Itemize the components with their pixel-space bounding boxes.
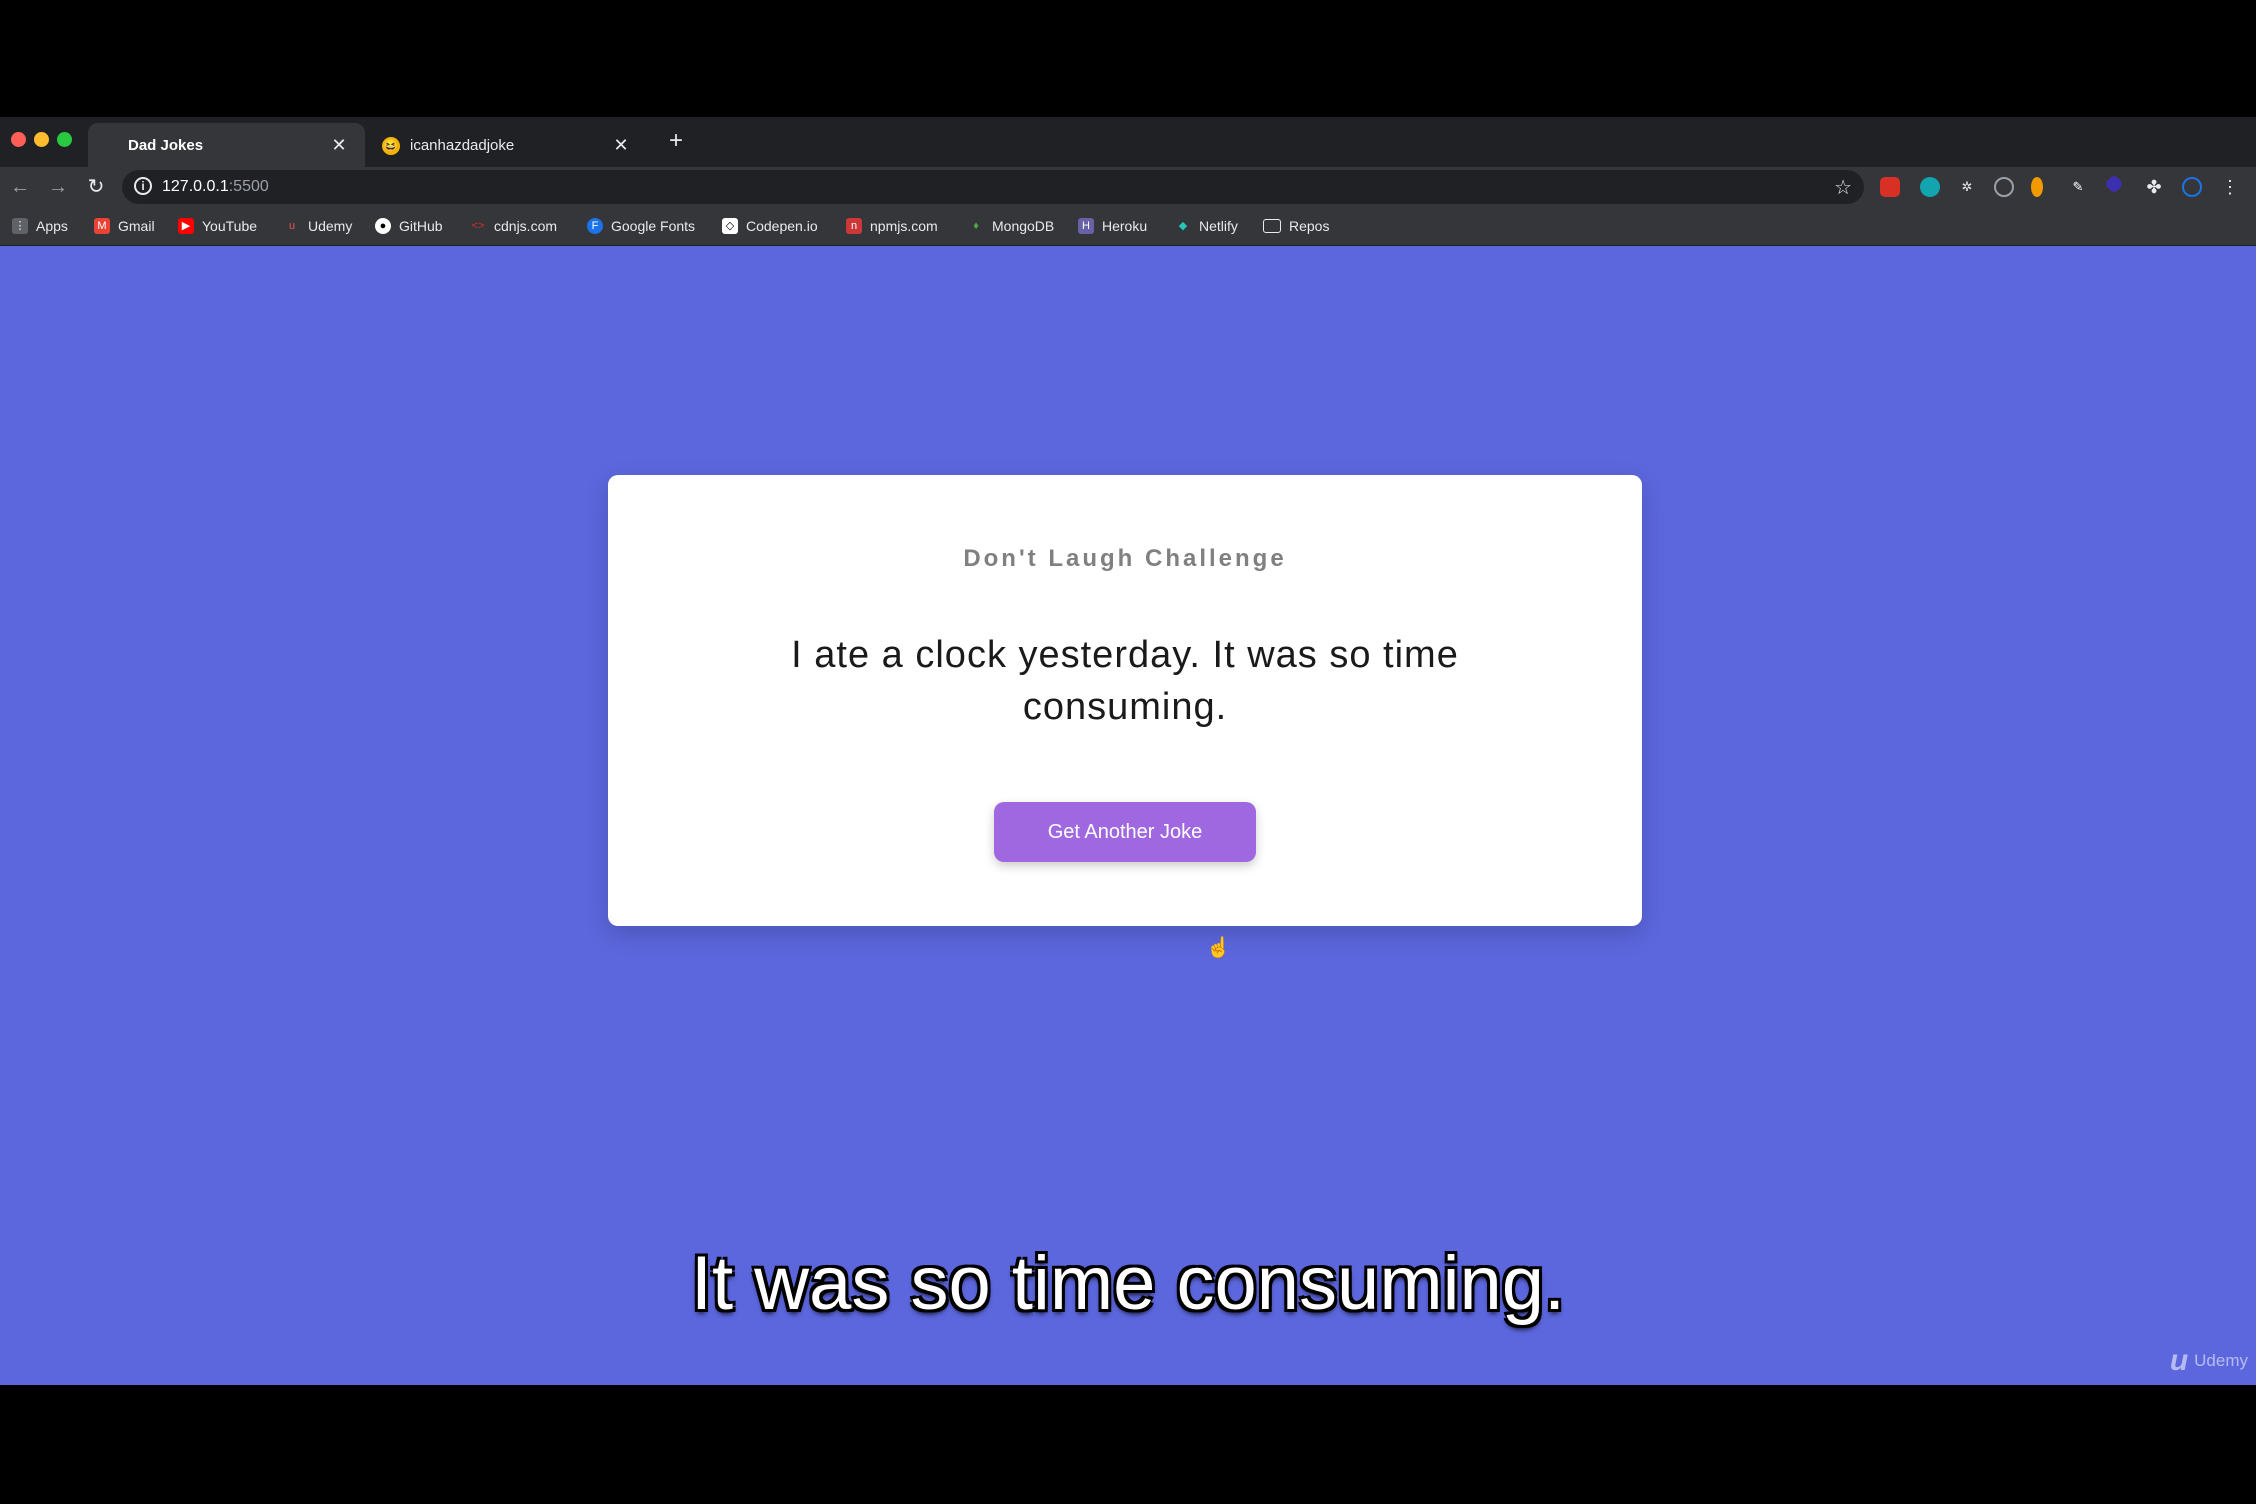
forward-arrow-icon[interactable]: → (44, 173, 72, 201)
bookmark-heroku[interactable]: H Heroku (1078, 207, 1147, 245)
extension-teal-icon[interactable] (1920, 177, 1940, 197)
back-arrow-icon[interactable]: ← (6, 173, 34, 201)
extension-gear-icon[interactable]: ✲ (1957, 177, 1977, 197)
bookmark-cdnjs[interactable]: <> cdnjs.com (470, 207, 557, 245)
gmail-icon: M (94, 218, 110, 234)
tab-title: Dad Jokes (128, 136, 204, 154)
bookmark-apps[interactable]: ⋮ Apps (12, 207, 68, 245)
tab-close-icon[interactable]: ✕ (327, 133, 351, 157)
youtube-icon: ▶ (178, 218, 194, 234)
url-text[interactable]: 127.0.0.1:5500 (162, 170, 269, 204)
video-subtitle: It was so time consuming. (690, 1241, 1566, 1326)
browser-toolbar: ← → ↻ i 127.0.0.1:5500 ☆ ✲ ✎ ✤ ⋮ (0, 167, 2256, 207)
joke-card: Don't Laugh Challenge I ate a clock yest… (608, 475, 1642, 926)
mongodb-leaf-icon: ♦ (973, 220, 979, 232)
code-brackets-icon: <> (471, 220, 485, 232)
laughing-emoji-icon: 😆 (382, 137, 400, 155)
extension-red-icon[interactable] (1880, 177, 1900, 197)
new-tab-button[interactable]: + (662, 127, 690, 155)
heroku-icon: H (1078, 218, 1094, 234)
get-another-joke-button[interactable]: Get Another Joke (994, 802, 1256, 862)
bookmark-netlify[interactable]: ◆ Netlify (1175, 207, 1238, 245)
menu-kebab-icon[interactable]: ⋮ (2220, 177, 2240, 197)
github-icon: ● (375, 218, 391, 234)
bookmark-repos[interactable]: Repos (1263, 207, 1329, 245)
bookmark-star-icon[interactable]: ☆ (1834, 175, 1852, 200)
extension-circle-icon[interactable] (1994, 177, 2014, 197)
tab-close-icon[interactable]: ✕ (609, 133, 633, 157)
tab-strip: Dad Jokes ✕ 😆 icanhazdadjoke ✕ + (0, 117, 2256, 167)
page-title: Don't Laugh Challenge (963, 545, 1287, 572)
bookmark-npm[interactable]: n npmjs.com (846, 207, 938, 245)
extension-diamond-icon[interactable] (2104, 174, 2124, 194)
window-maximize-button[interactable] (57, 132, 72, 147)
udemy-icon: u (288, 220, 296, 232)
hand-cursor-icon: ☝ (1206, 937, 1231, 959)
window-minimize-button[interactable] (34, 132, 49, 147)
google-fonts-icon: F (587, 218, 603, 234)
codepen-icon: ◇ (722, 218, 738, 234)
bookmark-youtube[interactable]: ▶ YouTube (178, 207, 257, 245)
bookmark-gmail[interactable]: M Gmail (94, 207, 155, 245)
bookmark-udemy[interactable]: u Udemy (284, 207, 352, 245)
udemy-logo-icon: u (2169, 1344, 2189, 1377)
bookmarks-bar: ⋮ Apps M Gmail ▶ YouTube u Udemy ● GitHub <> c… (0, 207, 2256, 246)
netlify-icon: ◆ (1178, 220, 1188, 232)
bookmark-mongodb[interactable]: ♦ MongoDB (968, 207, 1054, 245)
address-bar[interactable]: i 127.0.0.1:5500 ☆ (122, 170, 1864, 204)
reload-icon[interactable]: ↻ (82, 173, 110, 201)
apps-grid-icon: ⋮ (12, 218, 28, 234)
npm-icon: n (846, 218, 862, 234)
bookmark-codepen[interactable]: ◇ Codepen.io (722, 207, 818, 245)
tab-dad-jokes[interactable]: Dad Jokes ✕ (88, 123, 365, 167)
window-close-button[interactable] (11, 132, 26, 147)
udemy-watermark: u Udemy (2169, 1344, 2248, 1377)
extension-pen-icon[interactable]: ✎ (2068, 177, 2088, 197)
bookmark-google-fonts[interactable]: F Google Fonts (587, 207, 695, 245)
tab-title: icanhazdadjoke (410, 136, 515, 154)
tab-icanhazdadjoke[interactable]: 😆 icanhazdadjoke ✕ (370, 123, 647, 167)
folder-icon (1263, 219, 1281, 233)
profile-avatar-icon[interactable] (2182, 177, 2202, 197)
joke-text: I ate a clock yesterday. It was so time … (791, 634, 1459, 728)
site-info-icon[interactable]: i (134, 177, 152, 195)
bookmark-github[interactable]: ● GitHub (375, 207, 443, 245)
extension-orange-icon[interactable] (2031, 177, 2043, 197)
extensions-puzzle-icon[interactable]: ✤ (2144, 177, 2164, 197)
